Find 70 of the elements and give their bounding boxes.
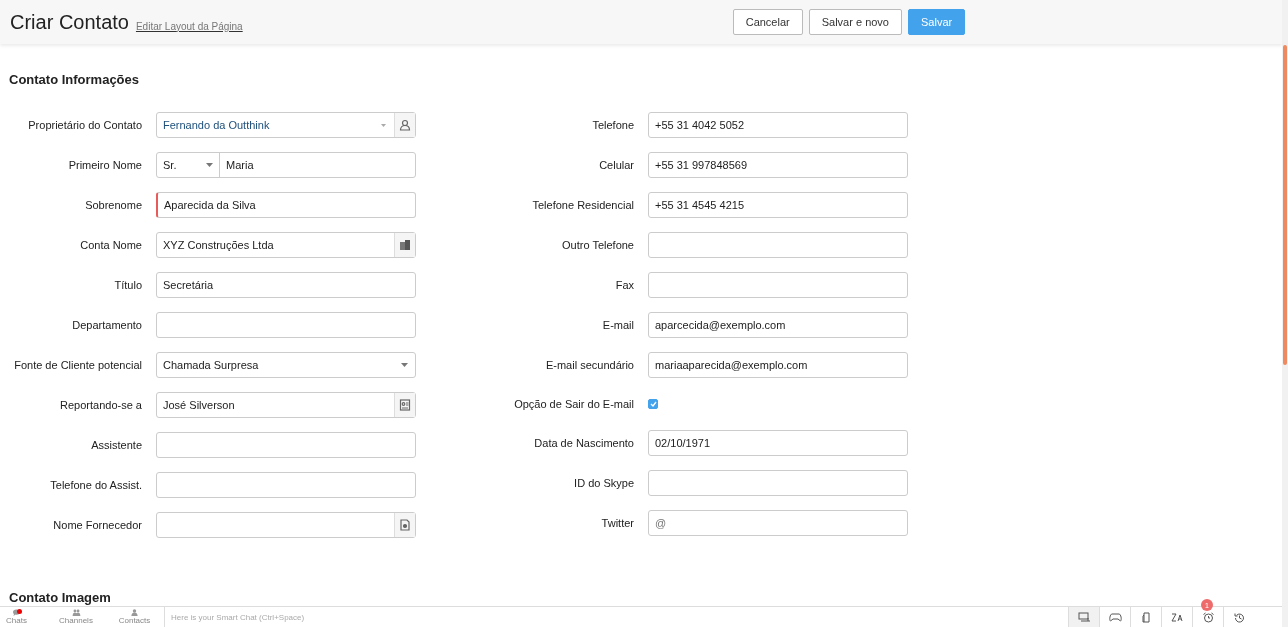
field-label: ID do Skype	[573, 477, 635, 489]
group-icon	[71, 609, 81, 616]
person-icon[interactable]	[399, 119, 411, 131]
chat-tab[interactable]: Contacts	[119, 607, 150, 627]
field-label: Telefone do Assist.	[49, 479, 143, 491]
text-field[interactable]: +55 31 4545 4215	[648, 192, 908, 218]
caret-icon	[381, 123, 386, 127]
field-label: Título	[113, 279, 143, 291]
alarm-clock-icon	[1201, 611, 1215, 623]
lookup-field[interactable]: José Silverson	[156, 392, 416, 418]
chat-tab[interactable]: Channels	[33, 607, 119, 627]
edit-layout-link[interactable]: Editar Layout da Página	[135, 20, 243, 32]
caret-icon	[401, 363, 408, 367]
text-field[interactable]	[648, 272, 908, 298]
text-field[interactable]	[156, 312, 416, 338]
note-icon	[1139, 611, 1153, 623]
field-label: Outro Telefone	[561, 239, 635, 251]
field-label: Assistente	[90, 439, 143, 451]
toolbar-button[interactable]	[1068, 607, 1099, 627]
action-button[interactable]: Salvar e novo	[808, 9, 902, 35]
text-field[interactable]: mariaaparecida@exemplo.com	[648, 352, 908, 378]
page-title: Criar Contato	[10, 10, 129, 34]
text-field[interactable]: @	[648, 510, 908, 536]
text-field[interactable]	[156, 472, 416, 498]
field-label: Sobrenome	[84, 199, 143, 211]
text-field[interactable]: +55 31 997848569	[648, 152, 908, 178]
field-label: Reportando-se a	[59, 399, 143, 411]
field-label: Primeiro Nome	[67, 159, 143, 171]
person-icon	[130, 609, 139, 616]
field-label: Conta Nome	[79, 239, 143, 251]
lookup-field[interactable]: XYZ Construções Ltda	[156, 232, 416, 258]
field-label: Nome Fornecedor	[52, 519, 143, 531]
text-field[interactable]: aparcecida@exemplo.com	[648, 312, 908, 338]
field-label: Celular	[598, 159, 635, 171]
name-field[interactable]: Sr. Maria	[156, 152, 416, 178]
building-icon[interactable]	[399, 239, 411, 251]
field-label: Fonte de Cliente potencial	[13, 359, 143, 371]
field-label: Proprietário do Contato	[27, 119, 143, 131]
text-field[interactable]: Aparecida da Silva	[156, 192, 416, 218]
scrollbar[interactable]	[1282, 0, 1288, 627]
gamepad-icon	[1108, 611, 1122, 623]
history-icon	[1232, 611, 1246, 623]
field-label: Telefone	[591, 119, 635, 131]
chat-tab[interactable]: Chats	[0, 607, 33, 627]
section-title: Contato Imagem	[9, 590, 112, 605]
action-button[interactable]: Cancelar	[732, 9, 803, 35]
field-label: Twitter	[600, 517, 635, 529]
caret-icon	[206, 163, 213, 167]
text-field[interactable]	[156, 432, 416, 458]
text-field[interactable]	[648, 232, 908, 258]
field-label: Departamento	[71, 319, 143, 331]
field-label: Data de Nascimento	[533, 437, 635, 449]
field-label: Fax	[614, 279, 635, 291]
field-label: Opção de Sair do E-mail	[513, 398, 635, 410]
field-label: E-mail	[601, 319, 635, 331]
section-title: Contato Informações	[9, 72, 140, 87]
text-field[interactable]: Secretária	[156, 272, 416, 298]
translate-icon	[1170, 611, 1184, 623]
owner-field[interactable]: Fernando da Outthink	[156, 112, 416, 138]
field-label: E-mail secundário	[544, 359, 635, 371]
field-label: Telefone Residencial	[531, 199, 635, 211]
monitor-icon	[1077, 611, 1091, 623]
document-icon[interactable]	[399, 519, 411, 531]
text-field[interactable]: 02/10/1971	[648, 430, 908, 456]
contact-card-icon[interactable]	[399, 399, 411, 411]
text-field[interactable]	[648, 470, 908, 496]
text-field[interactable]: +55 31 4042 5052	[648, 112, 908, 138]
dropdown-field[interactable]: Chamada Surpresa	[156, 352, 416, 378]
lookup-field[interactable]	[156, 512, 416, 538]
checkbox[interactable]	[648, 399, 658, 409]
